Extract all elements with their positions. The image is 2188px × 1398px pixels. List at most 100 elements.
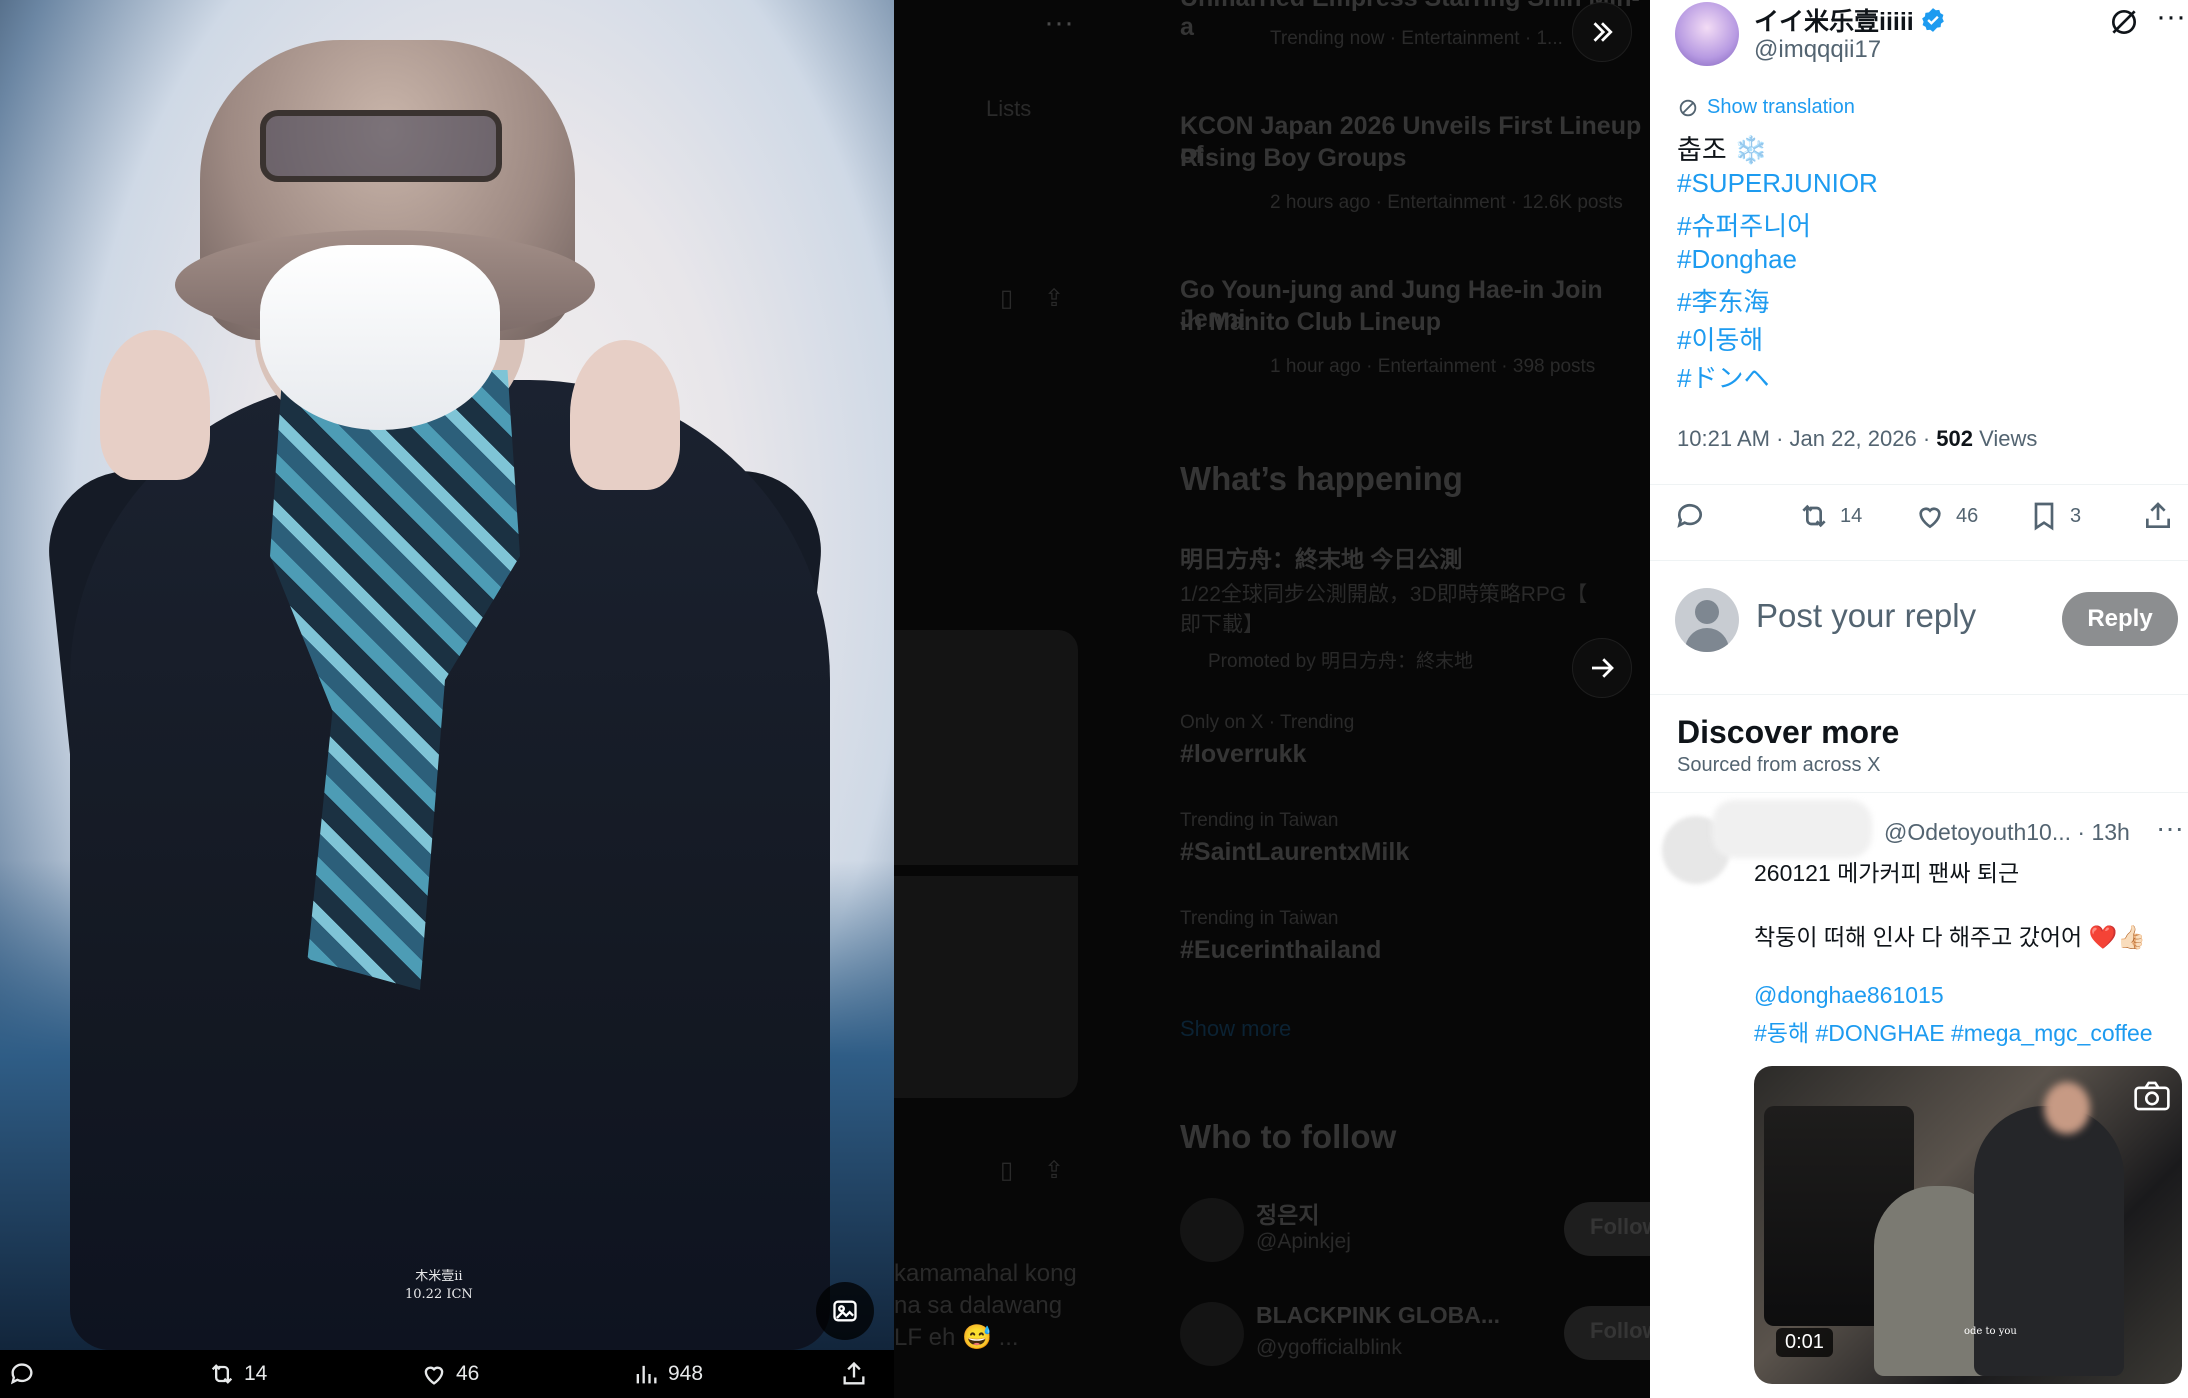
share-icon bbox=[2146, 502, 2170, 528]
media-views-button[interactable]: 948 bbox=[632, 1350, 703, 1398]
bg-follow-button-label: Follow bbox=[1590, 1318, 1650, 1343]
like-button[interactable]: 46 bbox=[1914, 500, 1978, 532]
reply-submit-button[interactable]: Reply bbox=[2062, 592, 2178, 646]
author-name[interactable]: イイ米乐壹iiiii bbox=[1754, 2, 1914, 38]
bg-trend-name: #SaintLaurentxMilk bbox=[1180, 838, 1410, 866]
bg-follow-avatar bbox=[1180, 1198, 1244, 1262]
bg-image-bottom bbox=[894, 876, 1078, 1098]
verified-badge-icon bbox=[1921, 8, 1944, 32]
retweet-icon bbox=[211, 1364, 233, 1384]
media-reply-button[interactable] bbox=[8, 1350, 44, 1398]
divider bbox=[1650, 694, 2188, 695]
bg-trend-top-meta: Trending now · Entertainment · 1... bbox=[1270, 28, 1563, 49]
bookmark-icon bbox=[2034, 502, 2054, 531]
discover-subtitle: Sourced from across X bbox=[1677, 754, 1881, 776]
bg-follow-button-label: Follow bbox=[1590, 1214, 1650, 1239]
media-like-count: 46 bbox=[456, 1362, 480, 1385]
bg-post-snippet: kamamahal kong na sa dalawang LF eh 😅 ..… bbox=[894, 1258, 1077, 1354]
retweet-icon bbox=[1802, 504, 1826, 528]
reply-input[interactable]: Post your reply bbox=[1756, 597, 1976, 635]
author-name-row[interactable]: イイ米乐壹iiiii bbox=[1754, 2, 1946, 38]
hashtag-link[interactable]: #슈퍼주니어 bbox=[1677, 206, 1811, 243]
bg-follow-name: 정은지 bbox=[1256, 1202, 1320, 1228]
double-chevron-right-icon bbox=[1593, 22, 1613, 42]
retweet-button[interactable]: 14 bbox=[1798, 500, 1862, 532]
share-icon bbox=[843, 1361, 865, 1385]
watermark-line2: 10.22 ICN bbox=[405, 1287, 473, 1302]
hashtag-link[interactable]: #Donghae bbox=[1677, 244, 1797, 275]
post-timestamp[interactable]: 10:21 AM · Jan 22, 2026 · bbox=[1677, 426, 1936, 451]
photo-left-hand bbox=[100, 330, 210, 480]
photo-sunglasses bbox=[260, 110, 502, 182]
media-share-button[interactable] bbox=[840, 1350, 868, 1398]
discover-meta-row: @Odetoyouth10... · 13h bbox=[1884, 819, 2130, 846]
photo-right-hand bbox=[570, 340, 680, 490]
video-caption: ode to you bbox=[1964, 1326, 2017, 1337]
bg-snippet-line2: na sa dalawang bbox=[894, 1292, 1063, 1319]
media-like-button[interactable]: 46 bbox=[420, 1350, 479, 1398]
collapse-panel-button[interactable] bbox=[1572, 2, 1632, 62]
image-options-icon[interactable] bbox=[816, 1282, 874, 1340]
media-views-count: 948 bbox=[668, 1362, 704, 1385]
grok-icon[interactable] bbox=[2108, 6, 2140, 43]
bookmark-button[interactable]: 3 bbox=[2028, 500, 2081, 532]
bg-follow-avatar bbox=[1180, 1302, 1244, 1366]
heart-icon bbox=[1919, 507, 1941, 529]
reply-button[interactable] bbox=[1674, 500, 1706, 532]
bg-snippet-line1: kamamahal kong bbox=[894, 1260, 1077, 1287]
hashtag-link[interactable]: #李东海 bbox=[1677, 282, 1769, 319]
views-chart-icon bbox=[636, 1365, 657, 1384]
discover-text-line2: 착둥이 떠해 인사 다 해주고 갔어어 ❤️👍🏻 bbox=[1754, 924, 2146, 950]
bg-snippet-line3: LF eh 😅 ... bbox=[894, 1324, 1019, 1351]
bg-promo-title: 明日方舟：終末地 今日公測 bbox=[1180, 546, 1463, 572]
bg-bookmark-icon: ▯ bbox=[1000, 285, 1014, 312]
bg-show-more: Show more bbox=[1180, 1016, 1292, 1041]
bg-trend-context: Trending in Taiwan bbox=[1180, 810, 1339, 831]
discover-time[interactable]: · 13h bbox=[2071, 819, 2129, 845]
show-translation-link[interactable]: Show translation bbox=[1677, 96, 1855, 119]
post-detail-panel: イイ米乐壹iiiii @imqqqii17 ··· Show translati… bbox=[1650, 0, 2188, 1398]
photo-face-mask bbox=[260, 245, 500, 430]
bg-trend-go-title-2: in Manito Club Lineup bbox=[1180, 308, 1442, 336]
media-action-bar: 14 46 948 bbox=[0, 1350, 894, 1398]
bg-bookmark-icon-2: ▯ bbox=[1000, 1157, 1014, 1184]
reply-icon bbox=[10, 1363, 33, 1385]
author-handle[interactable]: @imqqqii17 bbox=[1754, 36, 1881, 64]
like-count: 46 bbox=[1956, 504, 1979, 527]
watermark-line1: 木米壹ii bbox=[415, 1269, 463, 1284]
blurred-author-name bbox=[1712, 800, 1872, 858]
discover-video[interactable]: ode to you 0:01 bbox=[1754, 1066, 2182, 1384]
discover-text-line1: 260121 메가커피 팬싸 퇴근 bbox=[1754, 860, 2020, 886]
hashtag-link[interactable]: #이동해 bbox=[1677, 320, 1763, 357]
post-photo[interactable]: 木米壹ii 10.22 ICN bbox=[0, 0, 894, 1350]
next-media-button[interactable] bbox=[1572, 638, 1632, 698]
bg-trend-go-meta: 1 hour ago · Entertainment · 398 posts bbox=[1270, 356, 1596, 377]
photo-watermark: 木米壹ii 10.22 ICN bbox=[405, 1268, 473, 1304]
media-retweet-count: 14 bbox=[244, 1362, 268, 1385]
discover-hashtags[interactable]: #동해 #DONGHAE #mega_mgc_coffee bbox=[1754, 1014, 2153, 1048]
hashtag-link[interactable]: #ドンヘ bbox=[1677, 358, 1769, 395]
bg-trend-kcon-title-2: Rising Boy Groups bbox=[1180, 144, 1407, 172]
discover-more-icon[interactable]: ··· bbox=[2156, 812, 2184, 844]
current-user-avatar[interactable] bbox=[1675, 588, 1739, 652]
camera-icon bbox=[2132, 1078, 2172, 1119]
more-options-icon[interactable]: ··· bbox=[2156, 0, 2186, 34]
author-avatar[interactable] bbox=[1675, 2, 1739, 66]
discover-handle[interactable]: @Odetoyouth10... bbox=[1884, 819, 2071, 845]
bg-share-icon-2: ⇪ bbox=[1044, 1157, 1065, 1184]
discover-mention-link[interactable]: @donghae861015 bbox=[1754, 982, 1944, 1009]
bg-follow-handle: @Apinkjej bbox=[1256, 1230, 1351, 1253]
media-retweet-button[interactable]: 14 bbox=[208, 1350, 267, 1398]
divider bbox=[1650, 560, 2188, 561]
divider bbox=[1650, 792, 2188, 793]
bg-follow-name: BLACKPINK GLOBA... bbox=[1256, 1302, 1501, 1328]
video-duration-badge: 0:01 bbox=[1776, 1328, 1833, 1357]
discover-title: Discover more bbox=[1677, 714, 1900, 750]
bg-trend-name: #loverrukk bbox=[1180, 740, 1307, 768]
bg-whats-happening: What’s happening bbox=[1180, 460, 1463, 497]
more-icon[interactable]: ··· bbox=[1044, 6, 1074, 40]
divider bbox=[1650, 484, 2188, 485]
share-button[interactable] bbox=[2142, 500, 2174, 532]
show-translation-label[interactable]: Show translation bbox=[1707, 96, 1855, 119]
hashtag-link[interactable]: #SUPERJUNIOR bbox=[1677, 168, 1878, 199]
